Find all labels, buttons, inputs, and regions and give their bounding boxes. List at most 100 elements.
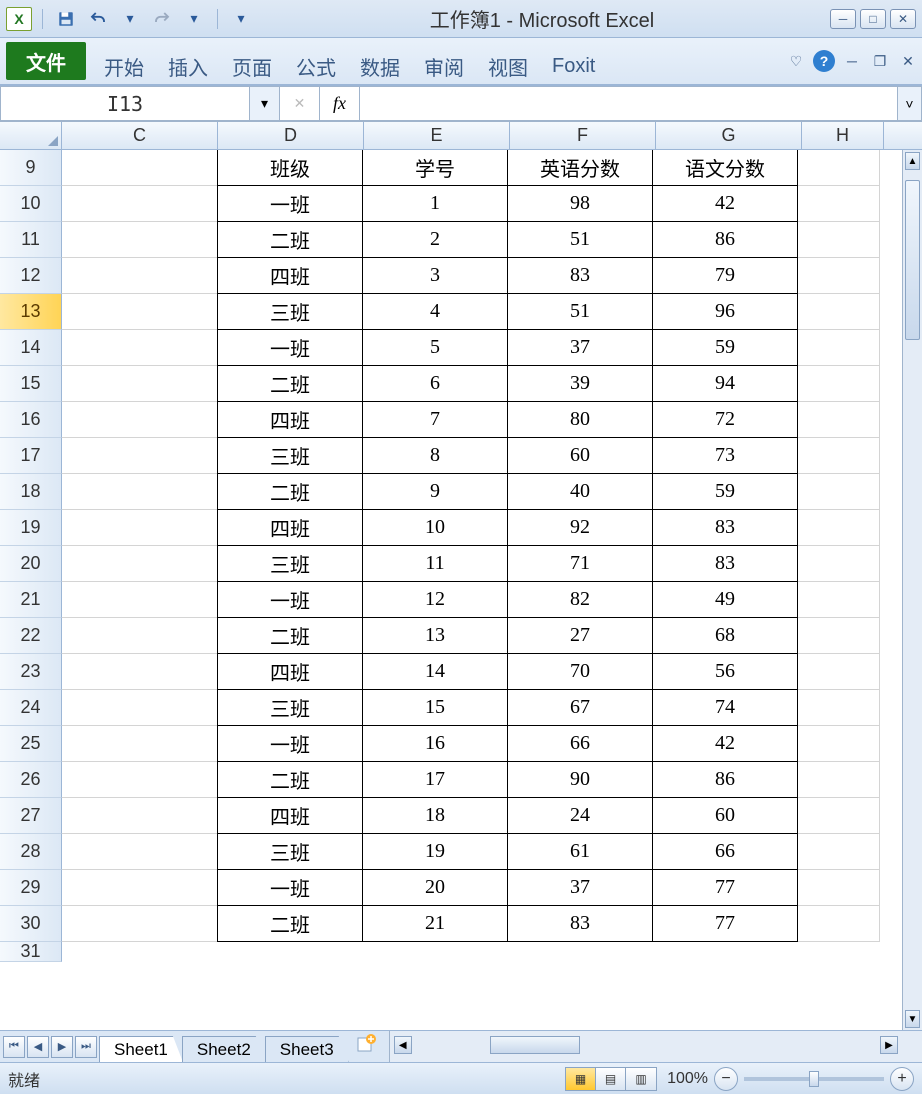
cell-G28[interactable]: 66 bbox=[652, 833, 798, 870]
help-button[interactable]: ? bbox=[810, 38, 838, 84]
cell-G30[interactable]: 77 bbox=[652, 905, 798, 942]
cell-G19[interactable]: 83 bbox=[652, 509, 798, 546]
cell-G17[interactable]: 73 bbox=[652, 437, 798, 474]
redo-dropdown[interactable]: ▾ bbox=[181, 7, 207, 31]
cell-D25[interactable]: 一班 bbox=[217, 725, 363, 762]
cell-D17[interactable]: 三班 bbox=[217, 437, 363, 474]
formula-bar-expand[interactable]: ˅ bbox=[898, 86, 922, 121]
select-all-corner[interactable] bbox=[0, 122, 62, 149]
row-header-31[interactable]: 31 bbox=[0, 942, 62, 962]
cell-C21[interactable] bbox=[62, 582, 218, 618]
column-header-F[interactable]: F bbox=[510, 122, 656, 149]
row-header-24[interactable]: 24 bbox=[0, 690, 62, 726]
cell-H24[interactable] bbox=[798, 690, 880, 726]
row-header-11[interactable]: 11 bbox=[0, 222, 62, 258]
maximize-button[interactable]: □ bbox=[860, 9, 886, 29]
row-header-25[interactable]: 25 bbox=[0, 726, 62, 762]
scroll-up-arrow[interactable]: ▲ bbox=[905, 152, 920, 170]
app-close-button[interactable]: ✕ bbox=[894, 38, 922, 84]
cell-C13[interactable] bbox=[62, 294, 218, 330]
cell-D18[interactable]: 二班 bbox=[217, 473, 363, 510]
cell-H20[interactable] bbox=[798, 546, 880, 582]
cell-H10[interactable] bbox=[798, 186, 880, 222]
cell-H13[interactable] bbox=[798, 294, 880, 330]
cell-F25[interactable]: 66 bbox=[507, 725, 653, 762]
cell-C18[interactable] bbox=[62, 474, 218, 510]
name-box[interactable]: I13 bbox=[0, 86, 250, 121]
cell-C27[interactable] bbox=[62, 798, 218, 834]
cell-H14[interactable] bbox=[798, 330, 880, 366]
scroll-down-arrow[interactable]: ▼ bbox=[905, 1010, 920, 1028]
cell-E17[interactable]: 8 bbox=[362, 437, 508, 474]
cell-C23[interactable] bbox=[62, 654, 218, 690]
cell-G29[interactable]: 77 bbox=[652, 869, 798, 906]
cell-C15[interactable] bbox=[62, 366, 218, 402]
row-header-16[interactable]: 16 bbox=[0, 402, 62, 438]
cell-E29[interactable]: 20 bbox=[362, 869, 508, 906]
cell-H25[interactable] bbox=[798, 726, 880, 762]
cell-G24[interactable]: 74 bbox=[652, 689, 798, 726]
cell-D28[interactable]: 三班 bbox=[217, 833, 363, 870]
cell-F13[interactable]: 51 bbox=[507, 293, 653, 330]
row-header-28[interactable]: 28 bbox=[0, 834, 62, 870]
zoom-in-button[interactable]: + bbox=[890, 1067, 914, 1091]
cell-E25[interactable]: 16 bbox=[362, 725, 508, 762]
row-header-23[interactable]: 23 bbox=[0, 654, 62, 690]
scroll-right-arrow[interactable]: ▶ bbox=[880, 1036, 898, 1054]
sheet-nav-prev[interactable]: ◀ bbox=[27, 1036, 49, 1058]
cell-F22[interactable]: 27 bbox=[507, 617, 653, 654]
cell-F10[interactable]: 98 bbox=[507, 185, 653, 222]
cell-H27[interactable] bbox=[798, 798, 880, 834]
cell-F9[interactable]: 英语分数 bbox=[507, 150, 653, 186]
app-restore-button[interactable]: ❐ bbox=[866, 38, 894, 84]
sheet-nav-last[interactable]: ⏭ bbox=[75, 1036, 97, 1058]
cell-H28[interactable] bbox=[798, 834, 880, 870]
cell-E14[interactable]: 5 bbox=[362, 329, 508, 366]
row-header-15[interactable]: 15 bbox=[0, 366, 62, 402]
cell-E26[interactable]: 17 bbox=[362, 761, 508, 798]
cell-F12[interactable]: 83 bbox=[507, 257, 653, 294]
cell-F24[interactable]: 67 bbox=[507, 689, 653, 726]
cell-F28[interactable]: 61 bbox=[507, 833, 653, 870]
hscroll-thumb[interactable] bbox=[490, 1036, 580, 1054]
sheet-tab-Sheet2[interactable]: Sheet2 bbox=[182, 1036, 266, 1062]
cell-C9[interactable] bbox=[62, 150, 218, 186]
cell-F17[interactable]: 60 bbox=[507, 437, 653, 474]
cell-H30[interactable] bbox=[798, 906, 880, 942]
insert-sheet-button[interactable] bbox=[353, 1031, 381, 1055]
cell-F30[interactable]: 83 bbox=[507, 905, 653, 942]
cell-F27[interactable]: 24 bbox=[507, 797, 653, 834]
cell-H17[interactable] bbox=[798, 438, 880, 474]
row-header-14[interactable]: 14 bbox=[0, 330, 62, 366]
cell-C26[interactable] bbox=[62, 762, 218, 798]
tab-Foxit[interactable]: Foxit bbox=[540, 38, 607, 84]
cell-F21[interactable]: 82 bbox=[507, 581, 653, 618]
ribbon-minimize-icon[interactable]: ♡ bbox=[782, 38, 810, 84]
cell-G20[interactable]: 83 bbox=[652, 545, 798, 582]
cell-G26[interactable]: 86 bbox=[652, 761, 798, 798]
qat-customize[interactable]: ▾ bbox=[228, 7, 254, 31]
cell-D22[interactable]: 二班 bbox=[217, 617, 363, 654]
cell-F15[interactable]: 39 bbox=[507, 365, 653, 402]
cell-C10[interactable] bbox=[62, 186, 218, 222]
cell-G27[interactable]: 60 bbox=[652, 797, 798, 834]
row-header-20[interactable]: 20 bbox=[0, 546, 62, 582]
cell-D9[interactable]: 班级 bbox=[217, 150, 363, 186]
cell-C29[interactable] bbox=[62, 870, 218, 906]
cell-E10[interactable]: 1 bbox=[362, 185, 508, 222]
insert-function-button[interactable]: fx bbox=[320, 86, 360, 121]
cell-E24[interactable]: 15 bbox=[362, 689, 508, 726]
column-header-E[interactable]: E bbox=[364, 122, 510, 149]
cell-E12[interactable]: 3 bbox=[362, 257, 508, 294]
cell-D16[interactable]: 四班 bbox=[217, 401, 363, 438]
cell-E19[interactable]: 10 bbox=[362, 509, 508, 546]
cell-G21[interactable]: 49 bbox=[652, 581, 798, 618]
cell-C25[interactable] bbox=[62, 726, 218, 762]
cell-F23[interactable]: 70 bbox=[507, 653, 653, 690]
save-button[interactable] bbox=[53, 7, 79, 31]
cell-F20[interactable]: 71 bbox=[507, 545, 653, 582]
cell-D13[interactable]: 三班 bbox=[217, 293, 363, 330]
cell-D20[interactable]: 三班 bbox=[217, 545, 363, 582]
cell-E22[interactable]: 13 bbox=[362, 617, 508, 654]
cell-C14[interactable] bbox=[62, 330, 218, 366]
